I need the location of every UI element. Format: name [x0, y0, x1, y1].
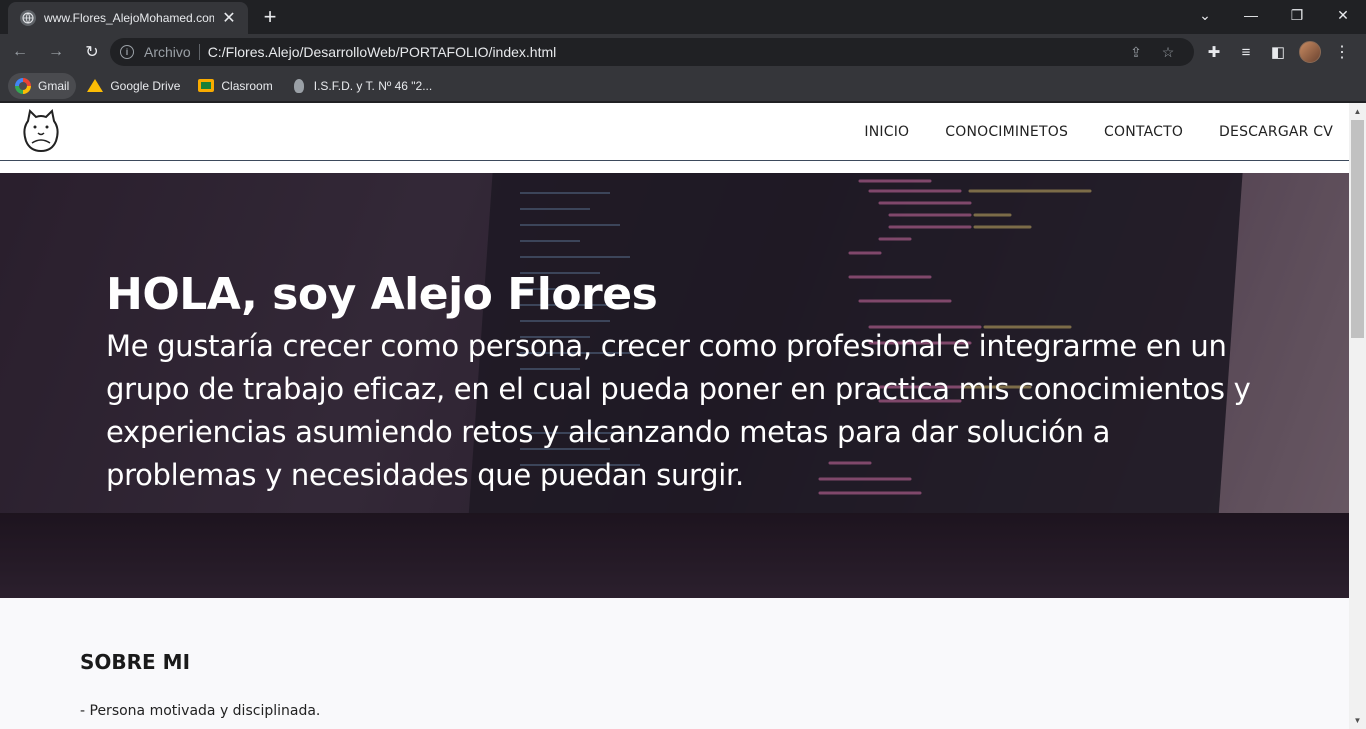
side-panel-icon[interactable]: ◧	[1262, 36, 1294, 68]
nav-link-conocimientos[interactable]: CONOCIMINETOS	[945, 124, 1068, 140]
scroll-up-icon[interactable]: ▲	[1349, 103, 1366, 120]
back-icon[interactable]: ←	[4, 36, 36, 68]
about-item: - Persona motivada y disciplinada.	[80, 703, 321, 719]
address-bar[interactable]: i Archivo C:/Flores.Alejo/DesarrolloWeb/…	[110, 38, 1194, 66]
google-drive-icon	[87, 78, 104, 94]
minimize-icon[interactable]: —	[1228, 0, 1274, 30]
bookmarks-bar: Gmail Google Drive Clasroom I.S.F.D. y T…	[0, 70, 1366, 102]
about-title: SOBRE MI	[80, 650, 191, 674]
hero-section: HOLA, soy Alejo Flores Me gustaría crece…	[0, 173, 1349, 598]
info-icon[interactable]: i	[120, 45, 134, 59]
media-queue-icon[interactable]: ≡	[1230, 36, 1262, 68]
toolbar-actions: ✚ ≡ ◧ ⋮	[1198, 36, 1358, 68]
scroll-down-icon[interactable]: ▼	[1349, 712, 1366, 729]
site-nav: INICIO CONOCIMINETOS CONTACTO DESCARGAR …	[828, 103, 1333, 161]
bookmark-label: Clasroom	[221, 78, 273, 93]
bookmark-isfd[interactable]: I.S.F.D. y T. Nº 46 "2...	[284, 73, 439, 99]
scheme-label: Archivo	[144, 44, 191, 60]
hero-title: HOLA, soy Alejo Flores	[106, 269, 658, 320]
bookmark-star-icon[interactable]: ☆	[1152, 44, 1184, 61]
browser-window: www.Flores_AlejoMohamed.com ✕ + ⌄ — ❐ ✕ …	[0, 0, 1366, 729]
toolbar: ← → ↻ i Archivo C:/Flores.Alejo/Desarrol…	[0, 34, 1366, 70]
nav-link-contacto[interactable]: CONTACTO	[1104, 124, 1183, 140]
avatar	[1299, 41, 1321, 63]
active-tab[interactable]: www.Flores_AlejoMohamed.com ✕	[8, 2, 248, 34]
close-window-icon[interactable]: ✕	[1320, 0, 1366, 30]
nav-link-descargar-cv[interactable]: DESCARGAR CV	[1219, 124, 1333, 140]
tab-strip: www.Flores_AlejoMohamed.com ✕ + ⌄ — ❐ ✕	[0, 0, 1366, 34]
bookmark-label: Gmail	[38, 78, 70, 93]
window-controls: ⌄ — ❐ ✕	[1182, 0, 1366, 30]
profile-avatar[interactable]	[1294, 36, 1326, 68]
cat-logo-icon[interactable]	[20, 107, 62, 155]
close-tab-icon[interactable]: ✕	[220, 8, 238, 28]
isfd-icon	[291, 78, 307, 94]
restore-icon[interactable]: ❐	[1274, 0, 1320, 30]
bookmark-gmail[interactable]: Gmail	[8, 72, 77, 99]
scrollbar[interactable]: ▲ ▼	[1349, 103, 1366, 729]
tab-search-icon[interactable]: ⌄	[1182, 0, 1228, 30]
bookmark-google-drive[interactable]: Google Drive	[80, 73, 187, 99]
hero-text: Me gustaría crecer como persona, crecer …	[106, 329, 1251, 492]
url-text[interactable]: C:/Flores.Alejo/DesarrolloWeb/PORTAFOLIO…	[208, 44, 1120, 60]
page-viewport: INICIO CONOCIMINETOS CONTACTO DESCARGAR …	[0, 103, 1366, 729]
bookmark-label: I.S.F.D. y T. Nº 46 "2...	[313, 78, 433, 93]
globe-icon	[20, 10, 36, 26]
forward-icon[interactable]: →	[40, 36, 72, 68]
bookmark-classroom[interactable]: Clasroom	[191, 73, 279, 99]
bookmark-label: Google Drive	[110, 78, 181, 93]
gmail-icon	[15, 77, 31, 94]
extensions-icon[interactable]: ✚	[1198, 36, 1230, 68]
site-header: INICIO CONOCIMINETOS CONTACTO DESCARGAR …	[0, 103, 1349, 161]
nav-link-inicio[interactable]: INICIO	[864, 124, 909, 140]
classroom-icon	[198, 78, 215, 94]
more-menu-icon[interactable]: ⋮	[1326, 36, 1358, 68]
tab-title: www.Flores_AlejoMohamed.com	[44, 11, 214, 25]
scroll-thumb[interactable]	[1351, 120, 1364, 338]
reload-icon[interactable]: ↻	[76, 36, 108, 68]
new-tab-button[interactable]: +	[258, 6, 282, 30]
divider	[198, 44, 200, 60]
about-section: SOBRE MI - Persona motivada y disciplina…	[0, 598, 1349, 729]
share-icon[interactable]: ⇪	[1120, 44, 1152, 61]
